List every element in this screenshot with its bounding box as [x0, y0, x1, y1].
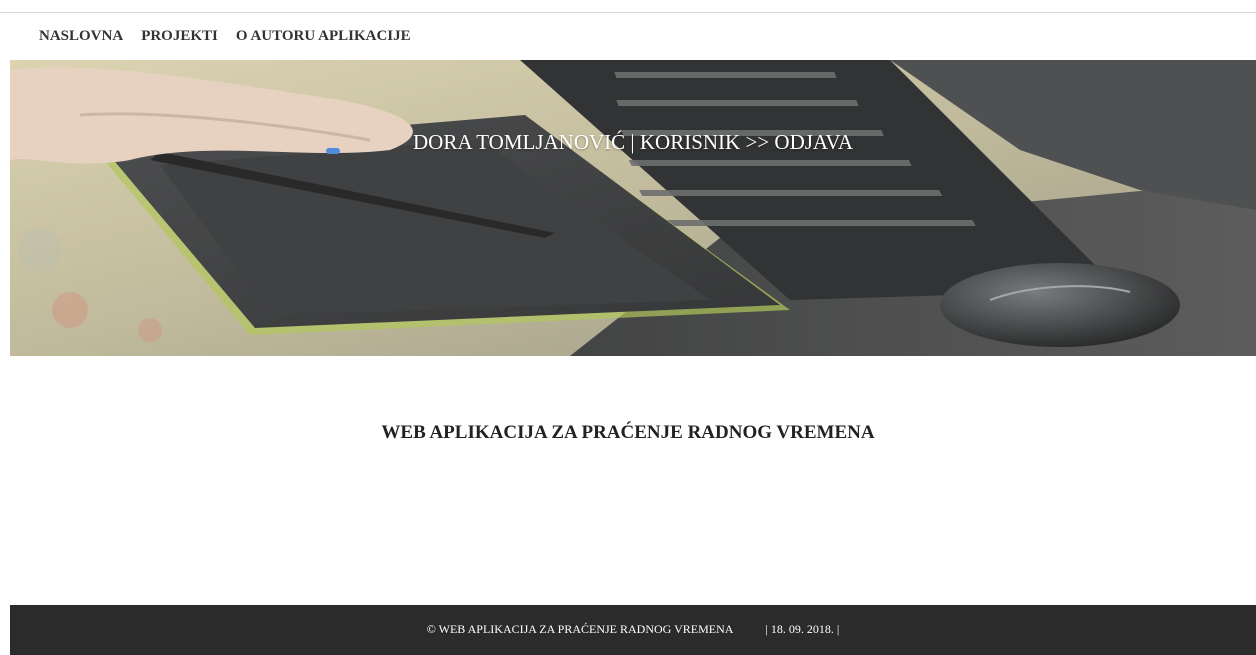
footer-date: | 18. 09. 2018. | [765, 622, 840, 636]
nav-item-o-autoru[interactable]: O AUTORU APLIKACIJE [236, 28, 411, 45]
nav-item-projekti[interactable]: PROJEKTI [141, 28, 218, 45]
hero-banner: DORA TOMLJANOVIĆ | KORISNIK >> ODJAVA [10, 60, 1256, 356]
user-name: DORA TOMLJANOVIĆ [412, 130, 626, 154]
footer: © WEB APLIKACIJA ZA PRAĆENJE RADNOG VREM… [10, 605, 1256, 655]
footer-copyright: © WEB APLIKACIJA ZA PRAĆENJE RADNOG VREM… [426, 622, 734, 636]
nav-item-naslovna[interactable]: NASLOVNA [39, 28, 123, 45]
user-status-line: DORA TOMLJANOVIĆ | KORISNIK >> ODJAVA [10, 130, 1256, 155]
page-title: WEB APLIKACIJA ZA PRAĆENJE RADNOG VREMEN… [381, 421, 875, 443]
user-separator: | [625, 130, 640, 154]
hero-overlay [10, 60, 1256, 356]
arrow-separator: >> [740, 130, 775, 154]
top-divider [0, 12, 1256, 13]
main-nav: NASLOVNA PROJEKTI O AUTORU APLIKACIJE [39, 28, 411, 45]
user-role: KORISNIK [639, 130, 741, 154]
logout-link[interactable]: ODJAVA [774, 130, 853, 154]
